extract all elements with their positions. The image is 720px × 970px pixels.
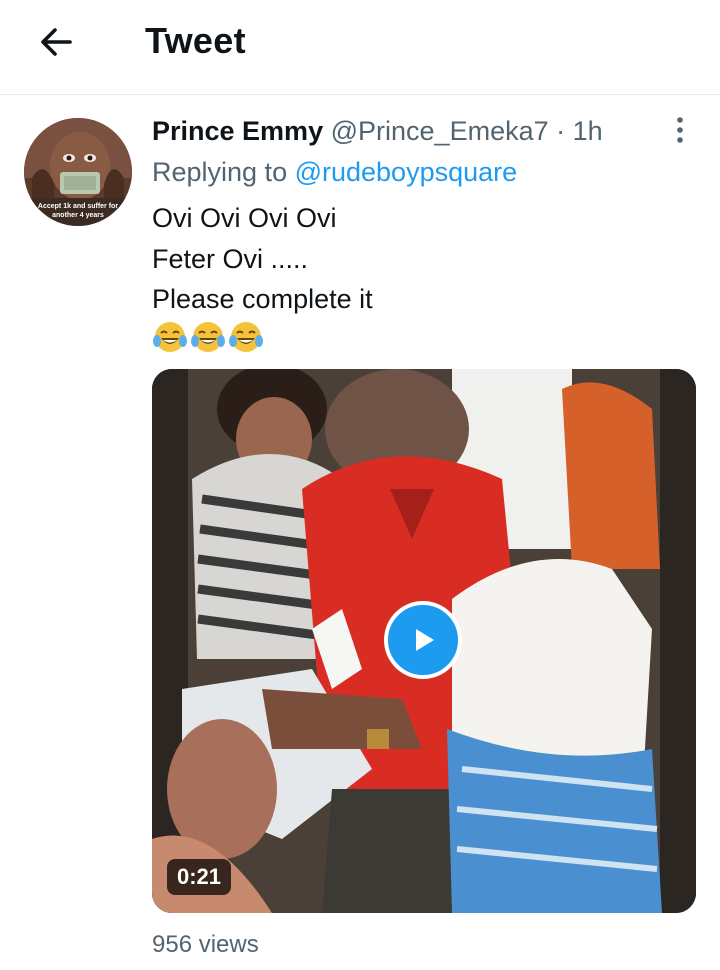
avatar-image: Accept 1k and suffer for another 4 years <box>24 118 132 226</box>
arrow-left-icon <box>41 28 72 56</box>
tweet-text-line: Ovi Ovi Ovi Ovi <box>152 203 337 233</box>
play-button[interactable] <box>384 601 462 679</box>
video-player[interactable]: 0:21 <box>152 369 696 913</box>
more-vertical-icon <box>677 117 683 143</box>
svg-text:another 4 years: another 4 years <box>52 212 104 219</box>
author-handle[interactable]: @Prince_Emeka7 <box>331 116 549 146</box>
tears-of-joy-icon <box>153 322 187 352</box>
tweet-header: Prince Emmy @Prince_Emeka7 · 1h <box>152 112 603 150</box>
replying-to-link[interactable]: @rudeboypsquare <box>295 157 518 187</box>
back-button[interactable] <box>30 16 82 68</box>
tweet-time[interactable]: 1h <box>573 116 603 146</box>
emoji-row: 😂 😂 😂 <box>152 319 264 355</box>
tweet-text-line: Please complete it <box>152 284 373 314</box>
author-name[interactable]: Prince Emmy <box>152 116 323 146</box>
page-title: Tweet <box>145 20 246 61</box>
tweet-text: Ovi Ovi Ovi Ovi Feter Ovi ..... Please c… <box>152 198 373 320</box>
svg-text:Accept 1k and suffer for: Accept 1k and suffer for <box>38 203 118 210</box>
play-icon <box>416 629 434 651</box>
avatar[interactable]: Accept 1k and suffer for another 4 years <box>24 118 132 226</box>
tweet-text-line: Feter Ovi ..... <box>152 243 309 274</box>
video-duration-badge: 0:21 <box>167 859 232 895</box>
more-options-button[interactable] <box>662 112 698 148</box>
replying-prefix: Replying to <box>152 157 295 187</box>
replying-to: Replying to @rudeboypsquare <box>152 153 517 191</box>
separator-dot: · <box>556 116 573 146</box>
view-count: 956 views <box>152 931 259 958</box>
tears-of-joy-icon <box>191 322 225 352</box>
tears-of-joy-icon <box>229 322 263 352</box>
top-bar: Tweet <box>0 0 720 95</box>
